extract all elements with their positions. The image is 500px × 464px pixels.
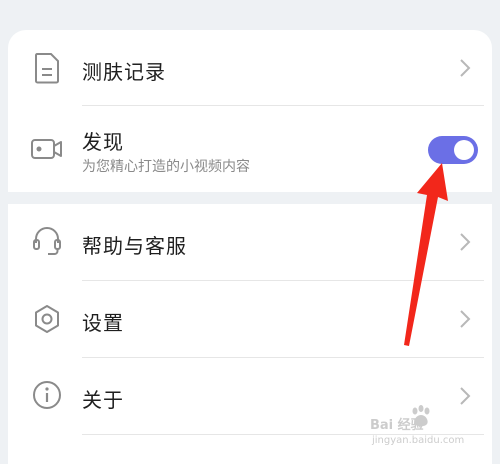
- video-camera-icon: [30, 132, 64, 166]
- menu-item-sublabel: 为您精心打造的小视频内容: [82, 159, 250, 175]
- headset-icon: [30, 224, 64, 258]
- annotation-arrow-icon: [404, 163, 448, 346]
- watermark-url: jingyan.baidu.com: [372, 435, 465, 446]
- chevron-right-icon: [460, 59, 471, 77]
- menu-item-skin-record[interactable]: 测肤记录: [8, 30, 492, 106]
- menu-item-label: 关于: [82, 388, 124, 412]
- gear-icon: [30, 302, 64, 336]
- watermark-text: Bai 经验: [370, 418, 424, 433]
- menu-item-label: 设置: [82, 311, 124, 335]
- watermark: Bai 经验 jingyan.baidu.com: [370, 402, 480, 454]
- info-icon: [30, 378, 64, 412]
- menu-item-label: 发现: [82, 130, 124, 154]
- document-icon: [30, 51, 64, 85]
- chevron-right-icon: [460, 233, 471, 251]
- chevron-right-icon: [460, 310, 471, 328]
- menu-item-label: 测肤记录: [82, 60, 166, 84]
- menu-item-label: 帮助与客服: [82, 234, 187, 258]
